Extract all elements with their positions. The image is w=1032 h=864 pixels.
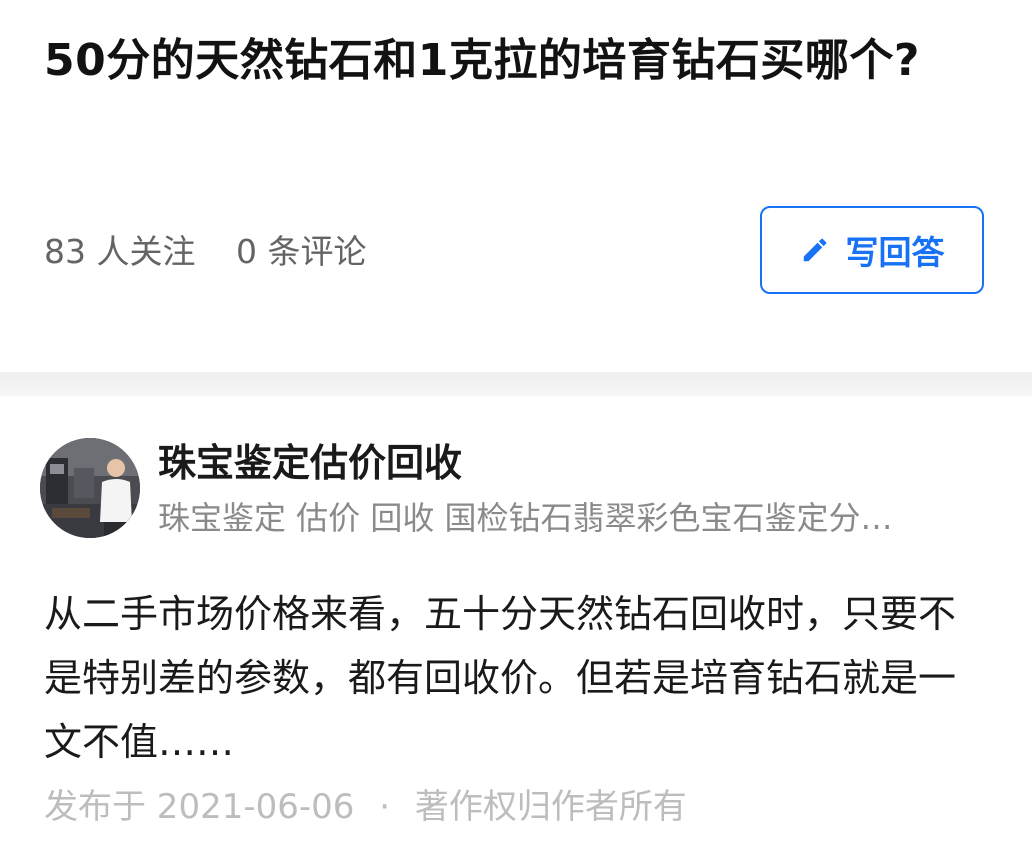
- write-answer-button[interactable]: 写回答: [760, 206, 984, 294]
- comment-count[interactable]: 0 条评论: [236, 232, 367, 271]
- question-meta: 83 人关注 0 条评论: [44, 228, 396, 276]
- write-answer-label: 写回答: [845, 233, 945, 272]
- footer-separator: ·: [379, 787, 391, 827]
- follower-count[interactable]: 83 人关注: [44, 232, 195, 271]
- avatar[interactable]: [40, 438, 140, 538]
- question-card: 50分的天然钻石和1克拉的培育钻石买哪个? 83 人关注 0 条评论 写回答: [0, 0, 1032, 372]
- pencil-icon: [800, 235, 830, 265]
- section-divider: [0, 372, 1032, 396]
- author-bio: 珠宝鉴定 估价 回收 国检钻石翡翠彩色宝石鉴定分…: [158, 499, 893, 537]
- answer-card[interactable]: 珠宝鉴定估价回收 珠宝鉴定 估价 回收 国检钻石翡翠彩色宝石鉴定分… 从二手市场…: [0, 396, 1032, 864]
- publish-date: 发布于 2021-06-06: [44, 787, 355, 827]
- author-name[interactable]: 珠宝鉴定估价回收: [158, 438, 462, 488]
- question-title[interactable]: 50分的天然钻石和1克拉的培育钻石买哪个?: [44, 26, 984, 96]
- copyright-notice: 著作权归作者所有: [414, 787, 687, 827]
- answer-footer: 发布于 2021-06-06 · 著作权归作者所有: [44, 782, 687, 832]
- answer-excerpt[interactable]: 从二手市场价格来看，五十分天然钻石回收时，只要不是特别差的参数，都有回收价。但若…: [44, 582, 989, 774]
